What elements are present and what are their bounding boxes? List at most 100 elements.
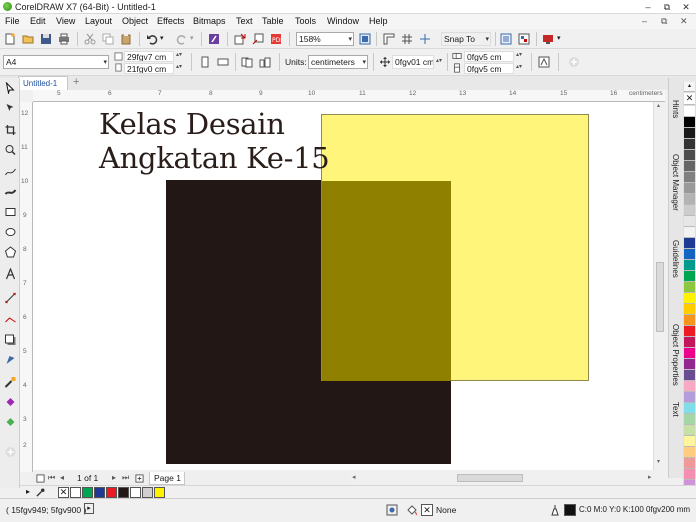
shape-tool-icon[interactable]: [4, 102, 17, 114]
text-tool-icon[interactable]: [4, 268, 17, 280]
paste-icon[interactable]: [120, 33, 132, 45]
menu-object[interactable]: Object: [122, 16, 148, 26]
treat-as-filled-icon[interactable]: [538, 56, 550, 68]
palette-swatch[interactable]: [684, 194, 695, 205]
horizontal-scrollbar[interactable]: ◂ ▸: [350, 472, 665, 484]
palette-swatch[interactable]: [684, 359, 695, 370]
previous-page-icon[interactable]: ◂: [60, 473, 64, 482]
doc-minimize-button[interactable]: –: [642, 16, 647, 26]
nudge-distance-input[interactable]: 0fgv01 cm: [392, 55, 434, 69]
scroll-up-icon[interactable]: ▴: [657, 102, 660, 109]
menu-edit[interactable]: Edit: [30, 16, 46, 26]
palette-swatch[interactable]: [684, 227, 695, 238]
welcome-screen-icon[interactable]: [542, 33, 554, 45]
palette-scroll-up-icon[interactable]: ▴: [684, 82, 695, 92]
menu-table[interactable]: Table: [262, 16, 284, 26]
palette-swatch[interactable]: [684, 469, 695, 480]
vertical-scroll-thumb[interactable]: [656, 262, 664, 332]
minimize-button[interactable]: –: [640, 1, 656, 13]
menu-text[interactable]: Text: [236, 16, 253, 26]
doc-palette-menu-icon[interactable]: ▸: [26, 487, 30, 496]
new-document-icon[interactable]: [4, 33, 16, 45]
interactive-fill-tool-icon[interactable]: [4, 396, 17, 408]
palette-swatch[interactable]: [684, 425, 695, 436]
palette-swatch[interactable]: [684, 370, 695, 381]
doc-close-button[interactable]: ✕: [680, 16, 688, 27]
publish-pdf-icon[interactable]: PDF: [270, 33, 282, 45]
horizontal-scroll-thumb[interactable]: [457, 474, 523, 482]
palette-swatch[interactable]: [684, 447, 695, 458]
show-guidelines-icon[interactable]: [419, 33, 431, 45]
search-content-icon[interactable]: [208, 33, 220, 45]
doc-palette-swatch[interactable]: [94, 487, 105, 498]
copy-icon[interactable]: [102, 33, 114, 45]
nudge-spinner-icon[interactable]: ▴▾: [436, 57, 442, 64]
add-property-icon[interactable]: [568, 56, 580, 68]
doc-palette-swatch[interactable]: [106, 487, 117, 498]
palette-swatch[interactable]: [684, 216, 695, 227]
palette-swatch[interactable]: [684, 392, 695, 403]
options-icon[interactable]: [500, 33, 512, 45]
menu-layout[interactable]: Layout: [85, 16, 112, 26]
palette-swatch[interactable]: [684, 139, 695, 150]
no-color-swatch[interactable]: ✕: [684, 93, 695, 105]
palette-swatch[interactable]: [684, 260, 695, 271]
docker-tab-text[interactable]: Text: [671, 402, 680, 417]
print-icon[interactable]: [58, 33, 70, 45]
all-pages-icon[interactable]: [241, 56, 253, 68]
palette-swatch[interactable]: [684, 326, 695, 337]
rectangle-tool-icon[interactable]: [4, 206, 17, 218]
page-size-select[interactable]: A4 ▾: [3, 55, 109, 69]
duplicate-x-input[interactable]: 0fgv5 cm: [464, 51, 514, 62]
pick-tool-icon[interactable]: [4, 82, 17, 94]
parallel-dimension-tool-icon[interactable]: [4, 292, 17, 304]
doc-palette-swatch[interactable]: [70, 487, 81, 498]
last-page-icon[interactable]: ⏭: [122, 473, 129, 483]
width-spinner-icon[interactable]: ▴▾: [176, 51, 182, 58]
dup-x-spinner-icon[interactable]: ▴▾: [516, 51, 522, 58]
current-page-icon[interactable]: [259, 56, 271, 68]
palette-swatch[interactable]: [684, 128, 695, 139]
page-setup-icon[interactable]: [36, 474, 45, 483]
drop-shadow-tool-icon[interactable]: [4, 334, 17, 346]
undo-dropdown-icon[interactable]: ▾: [160, 34, 164, 42]
palette-swatch[interactable]: [684, 150, 695, 161]
cut-icon[interactable]: [84, 33, 96, 45]
palette-swatch[interactable]: [684, 348, 695, 359]
horizontal-ruler[interactable]: 5 6 7 8 9 10 11 12 13 14 15 16 centimete…: [33, 90, 665, 102]
doc-palette-swatch[interactable]: [142, 487, 153, 498]
page-1-tab[interactable]: Page 1: [149, 472, 185, 485]
undo-icon[interactable]: [146, 33, 158, 45]
doc-palette-swatch[interactable]: [130, 487, 141, 498]
palette-swatch[interactable]: [684, 282, 695, 293]
document-color-settings-icon[interactable]: [386, 504, 398, 516]
doc-palette-swatch[interactable]: [118, 487, 129, 498]
restore-button[interactable]: ⧉: [659, 1, 675, 13]
palette-swatch[interactable]: [684, 271, 695, 282]
new-tab-plus-icon[interactable]: +: [73, 76, 79, 88]
menu-bitmaps[interactable]: Bitmaps: [193, 16, 226, 26]
menu-file[interactable]: File: [5, 16, 20, 26]
palette-swatch[interactable]: [684, 117, 695, 128]
crop-tool-icon[interactable]: [4, 124, 17, 136]
palette-swatch[interactable]: [684, 381, 695, 392]
palette-swatch[interactable]: [684, 337, 695, 348]
vertical-scrollbar[interactable]: ▴ ▾: [653, 102, 665, 470]
palette-swatch[interactable]: [684, 205, 695, 216]
scroll-left-icon[interactable]: ◂: [352, 473, 356, 481]
doc-palette-swatch[interactable]: [82, 487, 93, 498]
drawing-canvas[interactable]: Kelas Desain Angkatan Ke-15: [33, 102, 665, 470]
docker-tab-hints[interactable]: Hints: [671, 100, 680, 118]
show-rulers-icon[interactable]: [383, 33, 395, 45]
palette-swatch[interactable]: [684, 238, 695, 249]
export-icon[interactable]: [252, 33, 264, 45]
welcome-dropdown-icon[interactable]: ▾: [557, 34, 561, 42]
menu-help[interactable]: Help: [369, 16, 388, 26]
import-icon[interactable]: [234, 33, 246, 45]
page-height-input[interactable]: 21fgv0 cm: [124, 63, 174, 74]
status-menu-icon[interactable]: ▸: [84, 503, 94, 514]
palette-swatch[interactable]: [684, 249, 695, 260]
palette-swatch[interactable]: [684, 436, 695, 447]
palette-swatch[interactable]: [684, 304, 695, 315]
dup-y-spinner-icon[interactable]: ▴▾: [516, 63, 522, 70]
